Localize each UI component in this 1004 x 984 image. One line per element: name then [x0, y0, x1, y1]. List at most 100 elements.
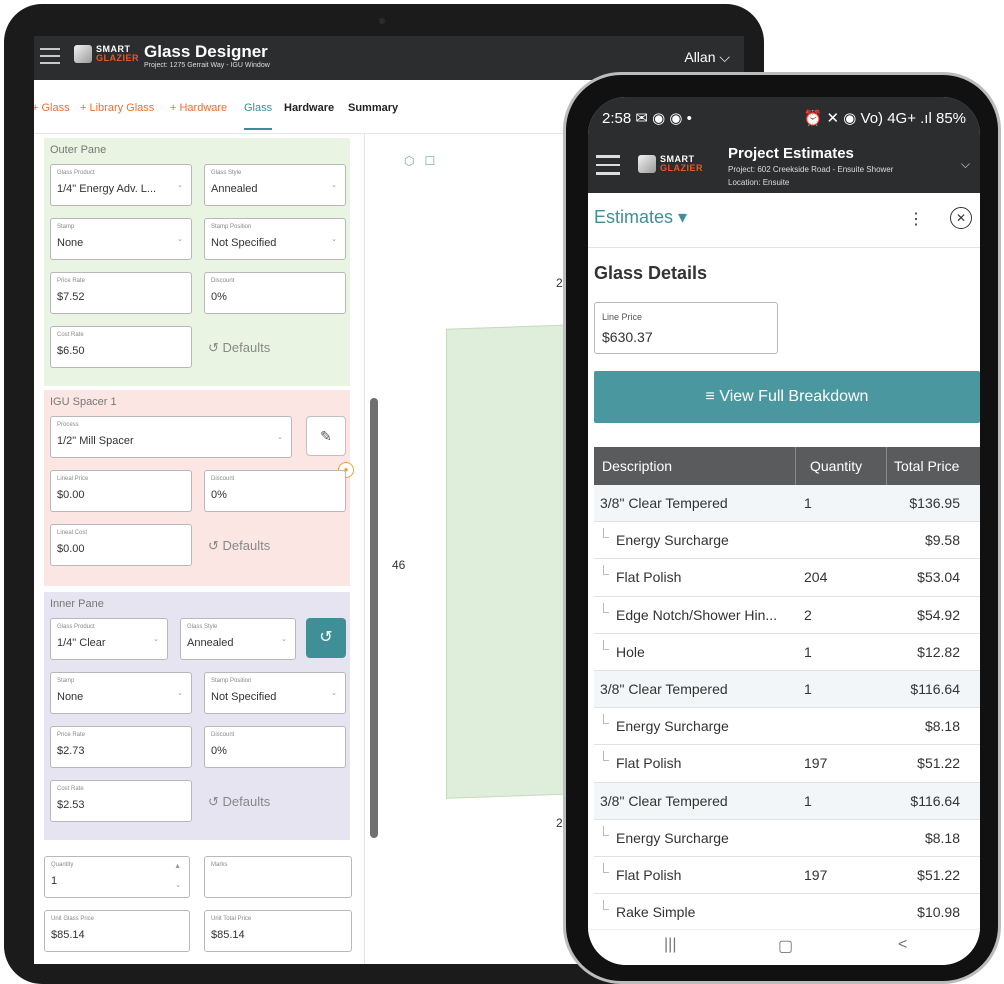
tab-glass[interactable]: Glass [244, 102, 273, 130]
row-quantity: 197 [804, 755, 828, 772]
tree-branch-icon [603, 602, 609, 613]
chevron-up-icon[interactable]: ▲ [174, 863, 181, 870]
user-menu[interactable]: Allan ⌵ [684, 49, 730, 66]
chevron-down-icon: ⌄ [281, 636, 287, 643]
menu-icon[interactable] [40, 48, 60, 66]
outer-discount-input[interactable]: Discount 0% [204, 272, 346, 314]
tab-hardware[interactable]: Hardware [284, 102, 334, 114]
field-label: Glass Product [57, 624, 95, 630]
reset-button[interactable]: ↺ [306, 618, 346, 658]
inner-stamp-select[interactable]: Stamp None ⌄ [50, 672, 192, 714]
table-row[interactable]: Energy Surcharge $8.18 [594, 708, 980, 746]
more-options-icon[interactable]: ⋮ [908, 209, 924, 229]
chevron-down-icon[interactable]: ⌵ [961, 157, 970, 172]
table-row[interactable]: Edge Notch/Shower Hin... 2 $54.92 [594, 597, 980, 634]
inner-glass-product-select[interactable]: Glass Product 1/4" Clear ⌄ [50, 618, 168, 660]
table-row[interactable]: Flat Polish 197 $51.22 [594, 857, 980, 895]
spacer-discount-input[interactable]: Discount 0% [204, 470, 346, 512]
table-row[interactable]: Energy Surcharge $8.18 [594, 820, 980, 857]
table-row[interactable]: 3/8" Clear Tempered 1 $136.95 [594, 485, 980, 523]
row-quantity: 1 [804, 792, 812, 809]
spacer-process-select[interactable]: Process 1/2" Mill Spacer ⌄ [50, 416, 292, 458]
scrollbar[interactable] [370, 398, 378, 838]
chevron-down-icon: ⌄ [177, 236, 183, 243]
table-row[interactable]: 3/8" Clear Tempered 1 $116.64 [594, 782, 980, 820]
row-total-price: $12.82 [917, 643, 960, 660]
line-price-field[interactable]: Line Price $630.37 [594, 302, 778, 354]
outer-stamp-select[interactable]: Stamp None ⌄ [50, 218, 192, 260]
checkbox-icon[interactable]: ☐ [425, 154, 436, 168]
close-icon[interactable]: ✕ [950, 207, 972, 229]
cube-icon[interactable]: ⬡ [404, 154, 414, 168]
project-subtitle: Project: 602 Creekside Road - Ensuite Sh… [728, 165, 894, 174]
header-description: Description [602, 458, 673, 474]
section-title: Glass Details [594, 263, 708, 283]
chevron-down-icon: ⌄ [331, 182, 337, 189]
logo-mark-icon [74, 45, 92, 63]
outer-defaults-button[interactable]: ↺ Defaults [208, 340, 270, 356]
field-label: Process [57, 422, 79, 428]
phone-device: 2:58 ✉ ◉ ◉ • ⏰ ✕ ◉ Vo) 4G+ .ıl 85% SMART… [563, 72, 1001, 984]
field-label: Quantity [51, 862, 74, 868]
view-full-breakdown-button[interactable]: ≡ View Full Breakdown [594, 371, 980, 423]
outer-glass-product-select[interactable]: Glass Product 1/4" Energy Adv. L... ⌄ [50, 164, 192, 206]
field-label: Line Price [602, 312, 643, 322]
outer-glass-style-select[interactable]: Glass Style Annealed ⌄ [204, 164, 346, 206]
comment-button[interactable]: ✎ [306, 416, 346, 456]
menu-icon[interactable] [596, 155, 620, 177]
chevron-down-icon: ⌄ [153, 636, 159, 643]
outer-cost-rate-input[interactable]: Cost Rate $6.50 [50, 326, 192, 368]
outer-pane-panel: Outer Pane Glass Product 1/4" Energy Adv… [44, 138, 350, 386]
panel-divider [364, 134, 365, 964]
quantity-stepper[interactable]: Quantity 1 ▲ ⌄ [44, 856, 190, 898]
row-description: 3/8" Clear Tempered [600, 680, 728, 697]
defaults-label: Defaults [222, 340, 271, 355]
estimates-dropdown[interactable]: Estimates ▾ [594, 207, 687, 228]
lineal-cost-input[interactable]: Lineal Cost $0.00 [50, 524, 192, 566]
chevron-down-icon[interactable]: ⌄ [175, 881, 181, 889]
table-row[interactable]: Flat Polish 204 $53.04 [594, 559, 980, 597]
inner-price-rate-input[interactable]: Price Rate $2.73 [50, 726, 192, 768]
field-label: Unit Total Price [211, 916, 252, 922]
row-total-price: $54.92 [917, 606, 960, 623]
recent-apps-button[interactable]: ||| [664, 936, 676, 954]
status-bar: 2:58 ✉ ◉ ◉ • ⏰ ✕ ◉ Vo) 4G+ .ıl 85% [588, 97, 980, 137]
row-total-price: $51.22 [917, 866, 960, 883]
tablet-camera [379, 18, 385, 24]
outer-price-rate-input[interactable]: Price Rate $7.52 [50, 272, 192, 314]
spacer-defaults-button[interactable]: ↺ Defaults [208, 538, 270, 554]
outer-stamp-position-select[interactable]: Stamp Position Not Specified ⌄ [204, 218, 346, 260]
smart-glazier-logo: SMART GLAZIER [638, 155, 703, 173]
tab-summary[interactable]: Summary [348, 102, 398, 114]
row-total-price: $136.95 [909, 495, 960, 511]
unit-total-price-field[interactable]: Unit Total Price $85.14 [204, 910, 352, 952]
tree-branch-icon [603, 639, 609, 650]
unit-glass-price-field[interactable]: Unit Glass Price $85.14 [44, 910, 190, 952]
table-row[interactable]: Flat Polish 197 $51.22 [594, 745, 980, 783]
lineal-price-input[interactable]: Lineal Price $0.00 [50, 470, 192, 512]
divider [588, 247, 980, 248]
inner-discount-input[interactable]: Discount 0% [204, 726, 346, 768]
row-total-price: $8.18 [924, 718, 960, 735]
page-title: Project Estimates [728, 145, 854, 162]
add-hardware-link[interactable]: + Hardware [170, 102, 227, 114]
marks-field[interactable]: Marks [204, 856, 352, 898]
field-value: Annealed [187, 637, 234, 649]
field-label: Stamp [57, 678, 75, 684]
add-library-glass-link[interactable]: + Library Glass [80, 102, 154, 114]
inner-pane-title: Inner Pane [50, 598, 104, 610]
inner-stamp-position-select[interactable]: Stamp Position Not Specified ⌄ [204, 672, 346, 714]
table-row[interactable]: 3/8" Clear Tempered 1 $116.64 [594, 670, 980, 709]
inner-cost-rate-input[interactable]: Cost Rate $2.53 [50, 780, 192, 822]
field-label: Cost Rate [57, 332, 84, 338]
back-button[interactable]: < [898, 936, 907, 954]
table-row[interactable]: Rake Simple $10.98 [594, 894, 980, 932]
table-row[interactable]: Hole 1 $12.82 [594, 634, 980, 671]
field-value: 1/4" Energy Adv. L... [57, 183, 157, 195]
table-row[interactable]: Energy Surcharge $9.58 [594, 522, 980, 560]
add-glass-link[interactable]: + Glass [34, 102, 70, 114]
field-value: $0.00 [57, 489, 85, 501]
home-button[interactable]: ▢ [778, 936, 793, 956]
inner-glass-style-select[interactable]: Glass Style Annealed ⌄ [180, 618, 296, 660]
inner-defaults-button[interactable]: ↺ Defaults [208, 794, 270, 810]
